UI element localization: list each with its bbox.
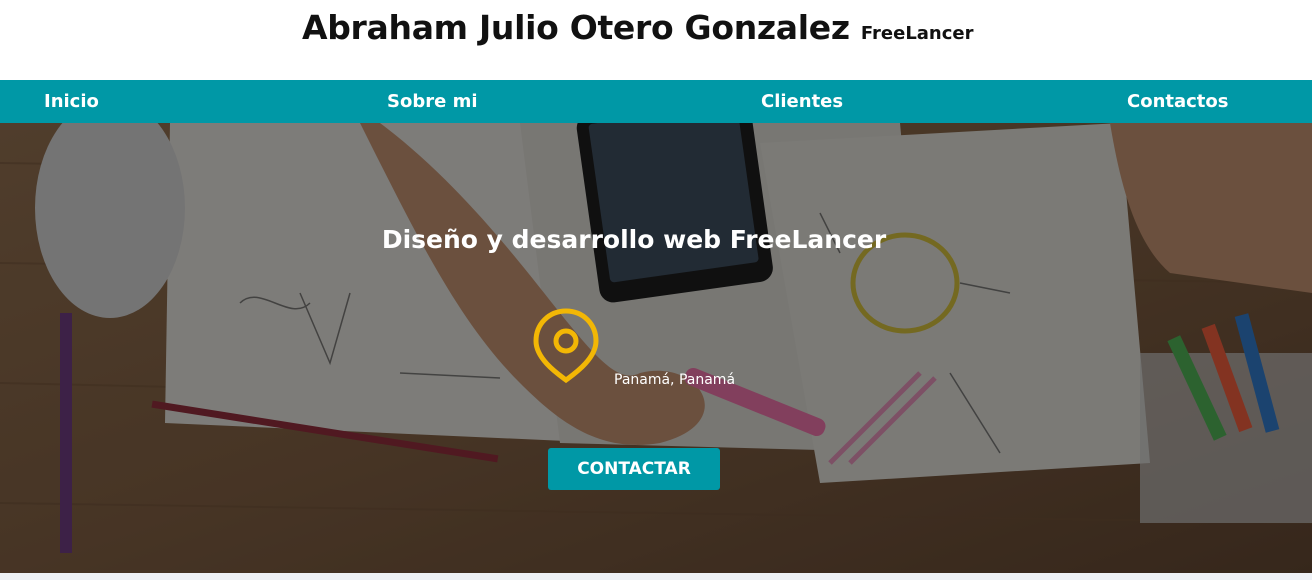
site-tagline: FreeLancer xyxy=(860,23,974,44)
site-owner-name: Abraham Julio Otero Gonzalez xyxy=(302,8,850,47)
hero-title: Diseño y desarrollo web FreeLancer xyxy=(381,225,887,254)
nav-link-contactos[interactable]: Contactos xyxy=(1127,80,1229,123)
location-text: Panamá, Panamá xyxy=(614,372,736,388)
site-title: Abraham Julio Otero Gonzalez FreeLancer xyxy=(302,8,974,47)
main-nav: Inicio Sobre mi Clientes Contactos xyxy=(0,80,1312,123)
hero-dark-overlay xyxy=(0,123,1312,573)
page-bottom-strip xyxy=(0,573,1312,580)
nav-link-clientes[interactable]: Clientes xyxy=(761,80,843,123)
map-pin-icon xyxy=(533,308,599,384)
nav-link-inicio[interactable]: Inicio xyxy=(44,80,99,123)
nav-link-sobre-mi[interactable]: Sobre mi xyxy=(387,80,478,123)
hero-section: Diseño y desarrollo web FreeLancer Panam… xyxy=(0,123,1312,573)
site-header: Abraham Julio Otero Gonzalez FreeLancer xyxy=(0,0,1312,80)
contactar-button[interactable]: CONTACTAR xyxy=(548,448,720,490)
